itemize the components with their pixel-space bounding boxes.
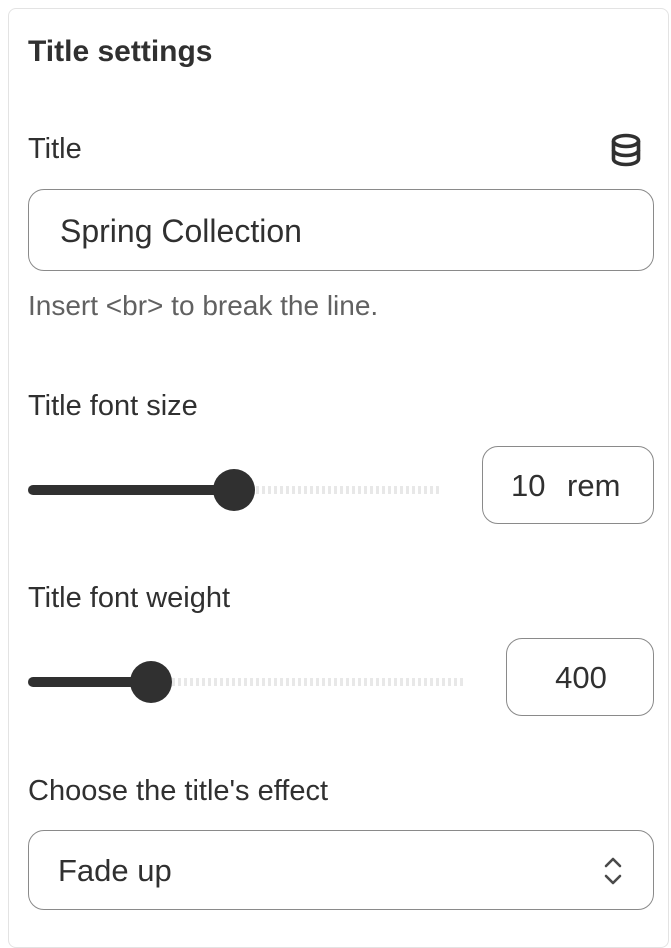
- font-weight-slider[interactable]: [28, 659, 466, 705]
- title-input-value: Spring Collection: [60, 213, 302, 249]
- font-size-slider[interactable]: [28, 467, 440, 513]
- select-chevrons-icon: [604, 857, 622, 885]
- effect-label: Choose the title's effect: [28, 775, 329, 807]
- font-size-slider-fill: [28, 485, 234, 495]
- font-size-label: Title font size: [28, 390, 198, 422]
- title-input[interactable]: Spring Collection: [28, 189, 654, 271]
- effect-select[interactable]: Fade up: [28, 830, 654, 910]
- font-size-value: 10: [511, 468, 546, 503]
- title-label: Title: [28, 133, 82, 165]
- database-icon[interactable]: [606, 130, 646, 170]
- font-size-input[interactable]: 10 rem: [482, 446, 654, 524]
- font-size-unit: rem: [567, 468, 621, 503]
- title-help-text: Insert <br> to break the line.: [28, 290, 379, 321]
- font-size-slider-thumb[interactable]: [213, 469, 255, 511]
- panel-heading: Title settings: [28, 35, 213, 68]
- font-weight-value: 400: [555, 660, 607, 695]
- font-weight-label: Title font weight: [28, 582, 231, 614]
- font-weight-slider-thumb[interactable]: [130, 661, 172, 703]
- effect-selected-value: Fade up: [58, 853, 172, 888]
- font-weight-input[interactable]: 400: [506, 638, 654, 716]
